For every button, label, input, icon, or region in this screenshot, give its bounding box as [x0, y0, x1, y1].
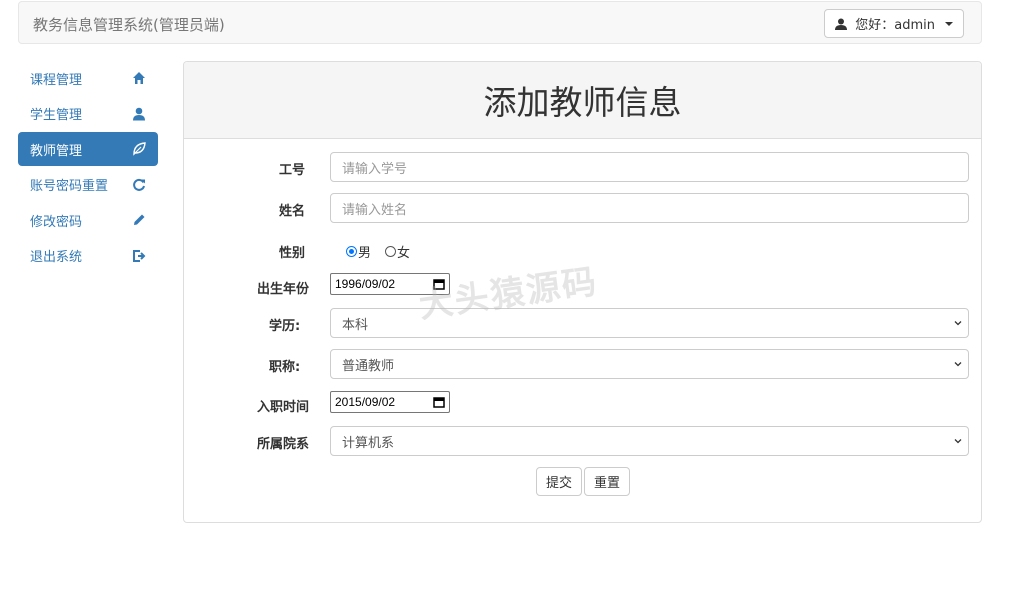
department-label: 所属院系 [257, 437, 310, 452]
submit-button[interactable]: 提交 [536, 467, 583, 496]
gender-female-radio[interactable]: 女 [385, 242, 410, 261]
title-select[interactable]: 普通教师 [330, 349, 969, 379]
page-title: 添加教师信息 [184, 62, 981, 139]
hire-date-label: 入职时间 [257, 400, 310, 415]
user-icon [133, 107, 145, 120]
sidebar: 课程管理 学生管理 教师管理 账号密码重置 修改密码 退出系统 [18, 61, 158, 274]
caret-down-icon [945, 21, 953, 26]
leaf-icon [133, 142, 146, 156]
birth-label: 出生年份 [257, 282, 310, 297]
title-label: 职称: [269, 360, 301, 375]
sidebar-item-label: 课程管理 [30, 72, 83, 88]
sidebar-item-label: 退出系统 [30, 250, 83, 265]
chevron-down-icon [954, 439, 962, 444]
sidebar-item-reset-password[interactable]: 账号密码重置 [18, 168, 158, 202]
sidebar-item-logout[interactable]: 退出系统 [18, 239, 158, 273]
sidebar-item-student[interactable]: 学生管理 [18, 97, 158, 131]
hire-date-input[interactable]: 2015/09/02 [330, 391, 450, 413]
name-label: 姓名 [279, 204, 306, 219]
top-navbar: 教务信息管理系统(管理员端) 您好：admin [18, 1, 982, 44]
user-menu-button[interactable]: 您好：admin [824, 9, 964, 38]
app-title: 教务信息管理系统(管理员端) [33, 16, 225, 34]
radio-checked-icon [346, 246, 357, 257]
sidebar-item-change-password[interactable]: 修改密码 [18, 203, 158, 237]
logout-icon [133, 249, 146, 262]
teacher-id-input[interactable]: 请输入学号 [330, 152, 969, 182]
home-icon [133, 72, 145, 84]
gender-male-radio[interactable]: 男 [346, 242, 371, 261]
reset-button[interactable]: 重置 [584, 467, 631, 496]
sidebar-item-teacher[interactable]: 教师管理 [18, 132, 158, 166]
user-icon [835, 18, 848, 30]
sidebar-item-label: 教师管理 [30, 143, 83, 159]
refresh-icon [133, 178, 145, 191]
name-input[interactable]: 请输入姓名 [330, 193, 969, 223]
sidebar-item-course[interactable]: 课程管理 [18, 61, 158, 95]
education-label: 学历: [269, 319, 301, 334]
gender-label: 性别 [279, 246, 306, 261]
sidebar-item-label: 学生管理 [30, 108, 83, 123]
pencil-icon [134, 214, 145, 225]
sidebar-item-label: 修改密码 [30, 214, 83, 230]
radio-unchecked-icon [385, 246, 397, 257]
user-greeting: 您好：admin [855, 18, 935, 33]
gender-radio-group: 男 女 [346, 242, 410, 261]
department-select[interactable]: 计算机系 [330, 426, 969, 456]
chevron-down-icon [954, 321, 962, 326]
sidebar-item-label: 账号密码重置 [30, 179, 109, 194]
calendar-icon[interactable] [433, 396, 445, 408]
id-label: 工号 [279, 163, 306, 178]
chevron-down-icon [954, 362, 962, 367]
